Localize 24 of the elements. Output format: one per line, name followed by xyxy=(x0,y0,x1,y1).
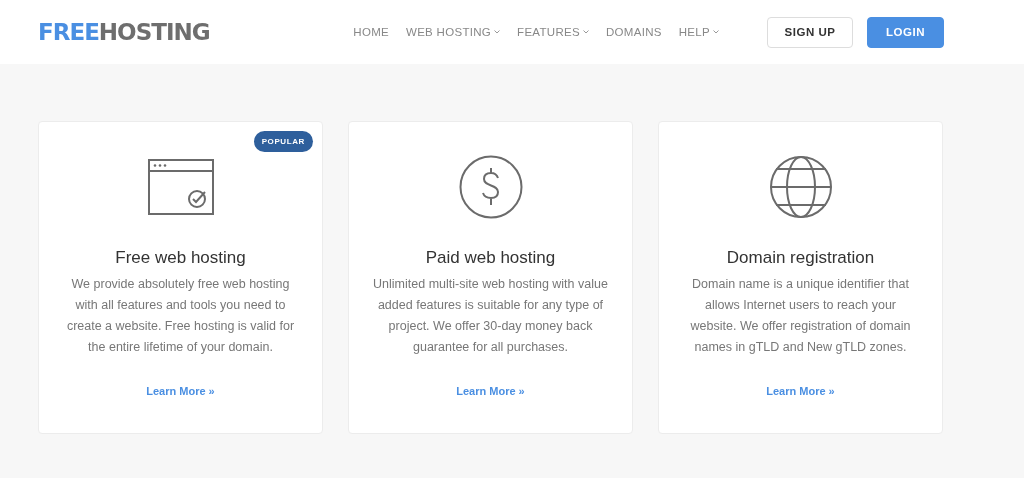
login-button[interactable]: LOGIN xyxy=(867,16,944,48)
nav-link[interactable]: DOMAINS xyxy=(605,26,662,38)
popular-badge: POPULAR xyxy=(253,131,313,152)
learn-more-link[interactable]: Learn More » xyxy=(456,385,525,397)
globe-icon xyxy=(769,156,832,218)
caret-icon xyxy=(713,30,719,34)
signup-button[interactable]: SIGN UP xyxy=(767,16,853,48)
card-title: Domain registration xyxy=(726,248,875,268)
nav-link[interactable]: HOME xyxy=(353,26,389,38)
card-title: Paid web hosting xyxy=(425,248,556,268)
card-title: Free web hosting xyxy=(115,248,246,268)
nav-link[interactable]: FEATURES xyxy=(517,26,589,38)
logo[interactable]: FREEHOSTING xyxy=(38,19,210,45)
dollar-icon xyxy=(458,155,523,219)
caret-icon xyxy=(582,30,589,34)
nav-link[interactable]: HELP xyxy=(678,26,719,38)
card-description: Domain name is a unique identifier that allows Internet users to reach your website. We offer registration of domain names in gTLD and New gTLD zones. xyxy=(689,276,912,356)
learn-more-link[interactable]: Learn More » xyxy=(146,385,215,397)
caret-icon xyxy=(494,30,501,34)
nav-link[interactable]: WEB HOSTING xyxy=(406,26,501,38)
browser-window-check-icon xyxy=(147,159,214,215)
learn-more-link[interactable]: Learn More » xyxy=(766,385,835,397)
card-description: We provide absolutely free web hosting with all features and tools you need to create a website. Free hosting is valid for the entire lifetime of your domain. xyxy=(65,276,296,356)
card-description: Unlimited multi-site web hosting with value added features is suitable for any type of project. We offer 30-day money back guarantee for all purchases. xyxy=(372,276,609,356)
